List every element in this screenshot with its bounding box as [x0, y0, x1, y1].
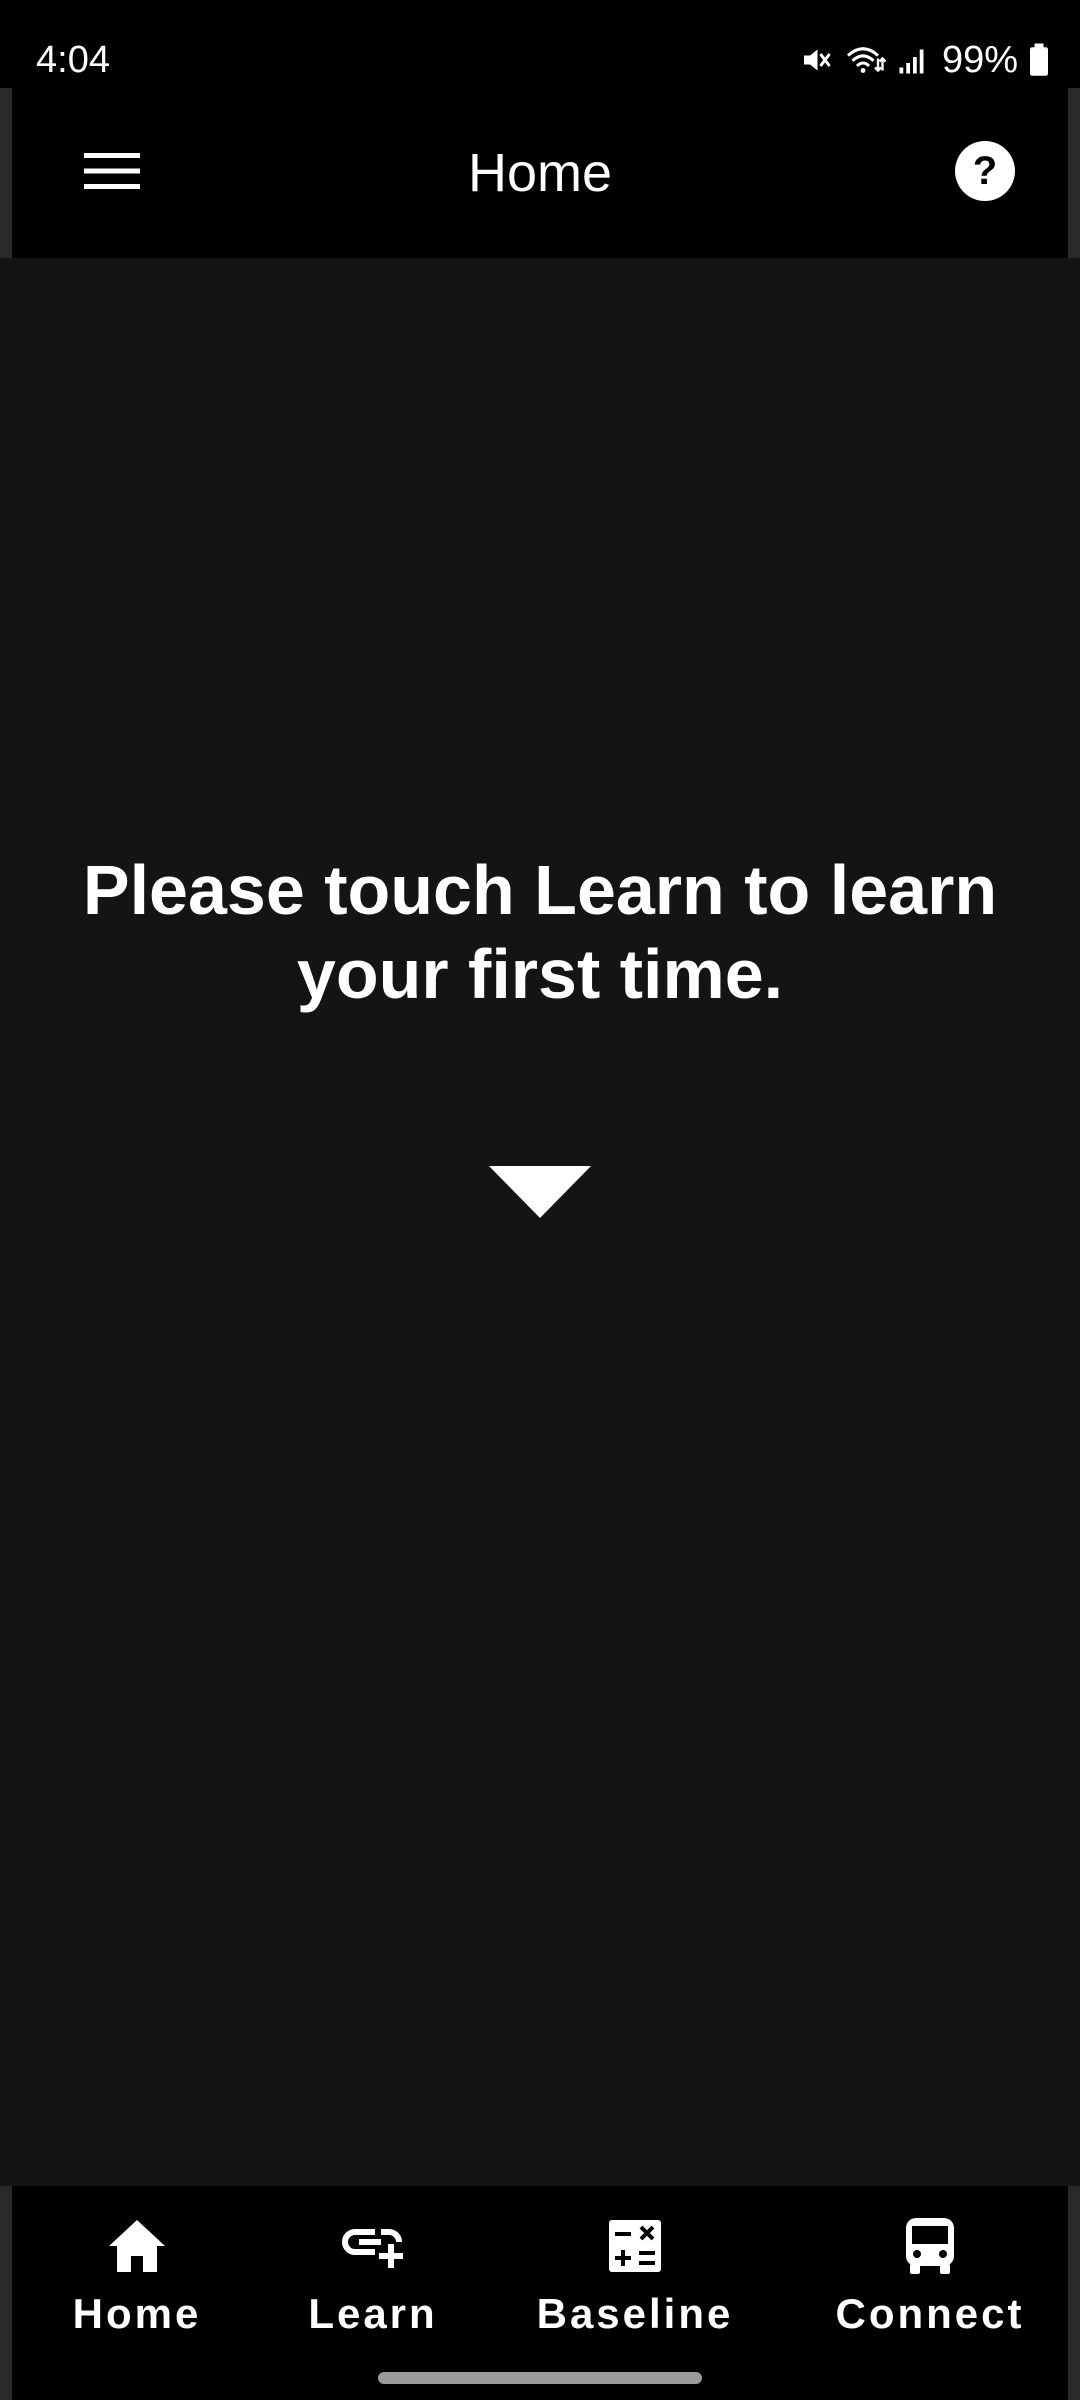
status-time: 4:04	[36, 39, 110, 81]
app-bar: Home ?	[12, 88, 1068, 258]
battery-percent: 99%	[941, 39, 1018, 81]
calculator-icon	[603, 2214, 667, 2278]
nav-item-learn[interactable]: Learn	[290, 2214, 456, 2344]
help-button[interactable]: ?	[950, 138, 1020, 208]
screen: 4:04 99% Home ? Please touch Learn to le…	[0, 0, 1080, 2400]
gesture-handle[interactable]	[378, 2372, 702, 2384]
status-icons: 99%	[798, 36, 1050, 84]
nav-label-connect: Connect	[835, 2290, 1025, 2337]
nav-label-learn: Learn	[308, 2290, 438, 2337]
triangle-down-icon	[489, 1166, 591, 1218]
nav-label-baseline: Baseline	[536, 2290, 734, 2337]
bottom-nav: Home Learn Baseline Connect	[12, 2186, 1068, 2400]
bus-icon	[898, 2214, 962, 2278]
nav-left-edge	[0, 2186, 12, 2400]
nav-item-baseline[interactable]: Baseline	[528, 2214, 742, 2344]
status-bar: 4:04 99%	[0, 0, 1080, 88]
right-edge	[1068, 88, 1080, 258]
left-edge	[0, 88, 12, 258]
signal-icon	[898, 42, 928, 78]
home-icon	[105, 2214, 169, 2278]
nav-item-home[interactable]: Home	[50, 2214, 224, 2344]
page-title: Home	[467, 143, 613, 203]
learn-prompt: Please touch Learn to learn your first t…	[82, 851, 998, 1013]
svg-text:?: ?	[973, 149, 997, 193]
wifi-icon	[844, 42, 888, 78]
help-circle-icon: ?	[954, 140, 1016, 207]
link-add-icon	[341, 2214, 405, 2278]
nav-right-edge	[1068, 2186, 1080, 2400]
nav-item-connect[interactable]: Connect	[830, 2214, 1030, 2344]
battery-icon	[1028, 42, 1050, 78]
mute-icon	[798, 42, 834, 78]
main-content	[0, 258, 1080, 2186]
nav-label-home: Home	[72, 2290, 202, 2337]
